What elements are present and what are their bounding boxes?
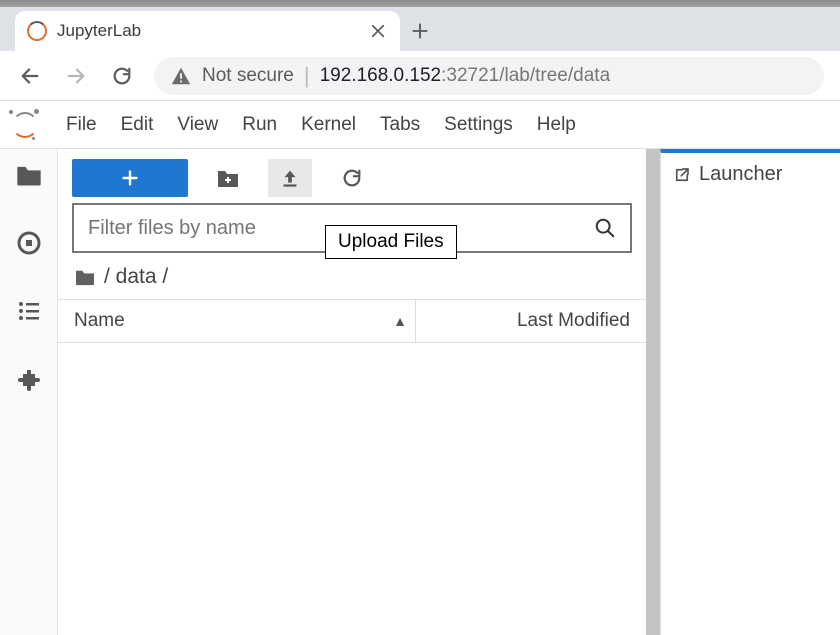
launcher-tab[interactable]: Launcher <box>669 161 832 188</box>
file-browser-panel: / data / Name ▲ Last Modified <box>58 149 660 635</box>
col-name[interactable]: Name <box>74 310 125 332</box>
menu-settings[interactable]: Settings <box>444 114 513 136</box>
sort-caret-icon: ▲ <box>393 313 407 329</box>
security-label: Not secure <box>202 65 294 87</box>
browser-tab[interactable]: JupyterLab <box>15 11 400 51</box>
address-bar[interactable]: Not secure | 192.168.0.152:32721/lab/tre… <box>154 57 824 95</box>
extensions-tab-icon[interactable] <box>15 367 43 391</box>
new-folder-button[interactable] <box>206 159 250 197</box>
files-tab-icon[interactable] <box>15 163 43 187</box>
jupyterlab-header: File Edit View Run Kernel Tabs Settings … <box>0 101 840 149</box>
launcher-tab-label: Launcher <box>699 163 782 186</box>
launcher-panel: Launcher <box>660 149 840 635</box>
file-browser-toolbar <box>58 149 646 203</box>
upload-tooltip: Upload Files <box>325 225 457 259</box>
breadcrumb-path: / data / <box>104 265 168 289</box>
running-tab-icon[interactable] <box>15 231 43 255</box>
search-icon <box>594 217 616 239</box>
popout-icon <box>673 166 691 184</box>
browser-tab-strip: JupyterLab <box>0 7 840 51</box>
jupyter-menubar: File Edit View Run Kernel Tabs Settings … <box>58 114 576 136</box>
menu-help[interactable]: Help <box>537 114 576 136</box>
reload-button[interactable] <box>108 62 136 90</box>
upload-button[interactable] <box>268 159 312 197</box>
menu-tabs[interactable]: Tabs <box>380 114 420 136</box>
new-launcher-button[interactable] <box>72 159 188 197</box>
folder-icon <box>74 268 96 286</box>
menu-file[interactable]: File <box>66 114 97 136</box>
col-last-modified[interactable]: Last Modified <box>430 310 630 332</box>
forward-button[interactable] <box>62 62 90 90</box>
back-button[interactable] <box>16 62 44 90</box>
tab-title: JupyterLab <box>57 21 358 41</box>
url-path: :32721/lab/tree/data <box>441 65 610 86</box>
menu-view[interactable]: View <box>177 114 218 136</box>
omnibox-separator: | <box>304 63 310 89</box>
activity-bar <box>0 149 58 635</box>
menu-kernel[interactable]: Kernel <box>301 114 356 136</box>
refresh-button[interactable] <box>330 159 374 197</box>
browser-toolbar: Not secure | 192.168.0.152:32721/lab/tre… <box>0 51 840 101</box>
jupyter-logo <box>6 109 48 141</box>
file-list-empty <box>58 343 646 635</box>
not-secure-icon <box>170 65 192 87</box>
chrome-window-top <box>0 0 840 7</box>
breadcrumb[interactable]: / data / <box>58 261 646 299</box>
toc-tab-icon[interactable] <box>15 299 43 323</box>
new-tab-button[interactable] <box>400 11 440 51</box>
tab-close-button[interactable] <box>368 22 388 40</box>
jupyter-favicon <box>27 21 47 41</box>
menu-run[interactable]: Run <box>242 114 277 136</box>
menu-edit[interactable]: Edit <box>121 114 154 136</box>
url-host: 192.168.0.152 <box>320 65 442 86</box>
file-list-header: Name ▲ Last Modified <box>58 299 646 343</box>
